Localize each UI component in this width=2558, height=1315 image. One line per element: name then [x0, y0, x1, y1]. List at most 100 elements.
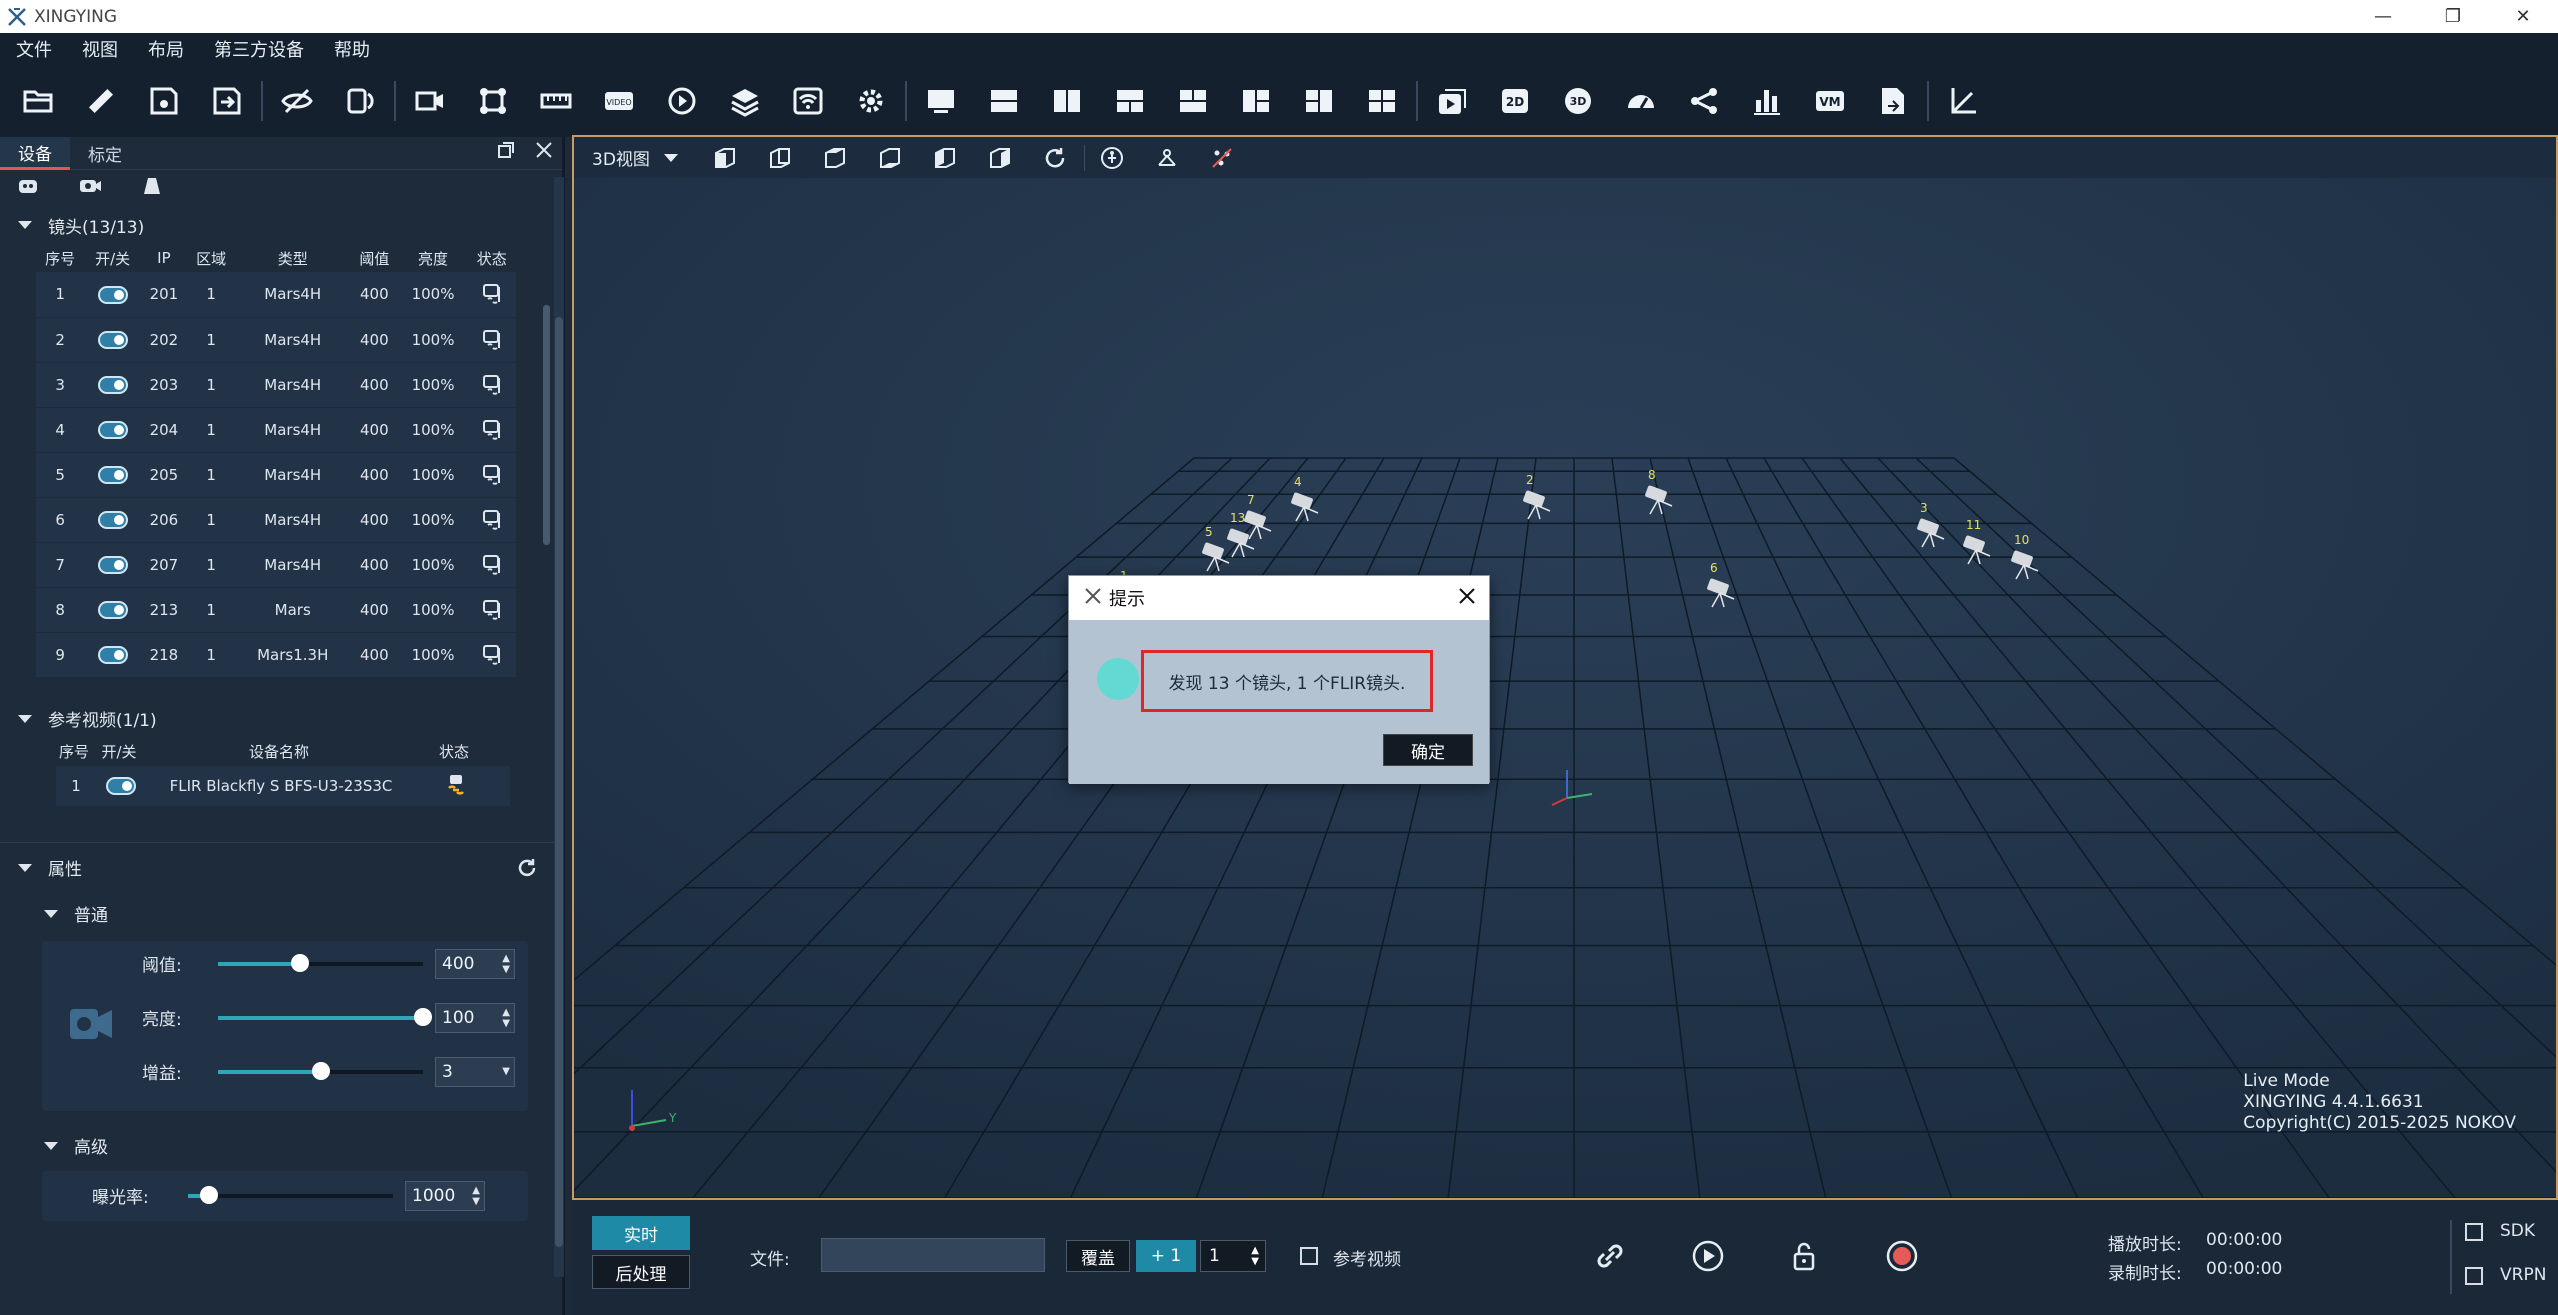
table-row[interactable]: 3 203 1 Mars4H 400 100%: [36, 362, 516, 408]
file-input[interactable]: [821, 1238, 1045, 1272]
table-row[interactable]: 9 218 1 Mars1.3H 400 100%: [36, 632, 516, 678]
layout-quad-icon[interactable]: [1358, 77, 1406, 125]
view-cube-back-icon[interactable]: [763, 141, 797, 175]
camera-toggle[interactable]: [97, 465, 128, 484]
vm-icon[interactable]: VM: [1806, 77, 1854, 125]
ok-button[interactable]: 确定: [1383, 734, 1473, 766]
camera-sync-icon[interactable]: [336, 77, 384, 125]
panel-scrollbar[interactable]: [554, 177, 564, 1277]
gauge-icon[interactable]: [1617, 77, 1665, 125]
hide-icon[interactable]: [273, 77, 321, 125]
bar-chart-icon[interactable]: [1743, 77, 1791, 125]
layout-three-b-icon[interactable]: [1169, 77, 1217, 125]
unlabeled-markers-icon[interactable]: [1205, 141, 1239, 175]
link-icon[interactable]: [1592, 1238, 1628, 1279]
table-row[interactable]: 2 202 1 Mars4H 400 100%: [36, 317, 516, 363]
camera-3d-icon[interactable]: [1912, 515, 1952, 551]
layout-split-h-icon[interactable]: [980, 77, 1028, 125]
cameras-section-header[interactable]: 镜头(13/13): [0, 206, 562, 244]
skeleton-icon[interactable]: [1680, 77, 1728, 125]
play-icon[interactable]: [1690, 1238, 1726, 1279]
layout-three-c-icon[interactable]: [1232, 77, 1280, 125]
save-as-icon[interactable]: [203, 77, 251, 125]
reference-section-header[interactable]: 参考视频(1/1): [0, 700, 562, 738]
camera-toggle[interactable]: [97, 555, 128, 574]
view-cube-top-icon[interactable]: [818, 141, 852, 175]
video-camera-icon[interactable]: [406, 77, 454, 125]
close-window-button[interactable]: ✕: [2488, 0, 2558, 33]
camera-3d-icon[interactable]: [1702, 575, 1742, 611]
maximize-button[interactable]: ❐: [2418, 0, 2488, 33]
vrpn-checkbox[interactable]: [2465, 1266, 2483, 1286]
menu-third-party[interactable]: 第三方设备: [198, 36, 318, 62]
view-cube-right-icon[interactable]: [983, 141, 1017, 175]
export-file-icon[interactable]: [1869, 77, 1917, 125]
camera-device-icon[interactable]: [78, 176, 102, 200]
sdk-checkbox[interactable]: [2465, 1222, 2483, 1242]
tab-calibration[interactable]: 标定: [70, 137, 140, 170]
view-cube-left-icon[interactable]: [928, 141, 962, 175]
camera-3d-icon[interactable]: [1286, 489, 1326, 525]
camera-toggle[interactable]: [97, 375, 128, 394]
record-icon[interactable]: [1884, 1238, 1920, 1279]
camera-3d-icon[interactable]: [1239, 507, 1279, 543]
general-section-header[interactable]: 普通: [0, 895, 562, 933]
robot-icon[interactable]: [16, 176, 40, 200]
camera-views-icon[interactable]: [1428, 77, 1476, 125]
camera-toggle[interactable]: [97, 330, 128, 349]
open-folder-icon[interactable]: [14, 77, 62, 125]
post-process-button[interactable]: 后处理: [592, 1255, 690, 1289]
ref-toggle[interactable]: [106, 776, 136, 795]
save-icon[interactable]: [140, 77, 188, 125]
gain-dropdown[interactable]: 3 ▼: [435, 1056, 515, 1087]
threshold-spinbox[interactable]: 400 ▲ ▼: [435, 948, 515, 979]
3d-scene[interactable]: Y: [574, 178, 2556, 1198]
gain-slider[interactable]: [218, 1061, 423, 1080]
dialog-close-icon[interactable]: [1455, 584, 1479, 613]
exposure-spinbox[interactable]: 1000 ▲ ▼: [405, 1180, 485, 1211]
force-plate-icon[interactable]: [140, 176, 164, 200]
view-3d-icon[interactable]: 3D: [1554, 77, 1602, 125]
view-cube-bottom-icon[interactable]: [873, 141, 907, 175]
brightness-slider[interactable]: [218, 1007, 432, 1026]
table-row[interactable]: 7 207 1 Mars4H 400 100%: [36, 542, 516, 588]
layers-icon[interactable]: [721, 77, 769, 125]
camera-toggle[interactable]: [97, 600, 128, 619]
wireless-icon[interactable]: [784, 77, 832, 125]
camera-toggle[interactable]: [97, 510, 128, 529]
settings-gear-icon[interactable]: [847, 77, 895, 125]
video-icon[interactable]: VIDEO: [595, 77, 643, 125]
layout-three-a-icon[interactable]: [1106, 77, 1154, 125]
camera-3d-icon[interactable]: [1640, 482, 1680, 518]
camera-table-scrollbar[interactable]: [543, 305, 550, 545]
table-row[interactable]: 8 213 1 Mars 400 100%: [36, 587, 516, 633]
camera-toggle[interactable]: [97, 420, 128, 439]
view-2d-icon[interactable]: 2D: [1491, 77, 1539, 125]
live-button[interactable]: 实时: [592, 1216, 690, 1250]
close-panel-icon[interactable]: [534, 140, 554, 164]
table-row[interactable]: 4 204 1 Mars4H 400 100%: [36, 407, 516, 453]
overwrite-button[interactable]: 覆盖: [1066, 1240, 1130, 1272]
camera-toggle[interactable]: [97, 285, 128, 304]
brightness-spinbox[interactable]: 100 ▲ ▼: [435, 1002, 515, 1033]
reset-view-icon[interactable]: [1038, 141, 1072, 175]
layout-single-icon[interactable]: [917, 77, 965, 125]
wand-icon[interactable]: [77, 77, 125, 125]
properties-section-header[interactable]: 属性: [0, 849, 562, 887]
camera-3d-icon[interactable]: [2006, 547, 2046, 583]
table-row[interactable]: 1 201 1 Mars4H 400 100%: [36, 272, 516, 318]
minimize-button[interactable]: —: [2348, 0, 2418, 33]
counter-spinbox[interactable]: 1 ▲ ▼: [1200, 1240, 1266, 1272]
table-row[interactable]: 6 206 1 Mars4H 400 100%: [36, 497, 516, 543]
refresh-icon[interactable]: [516, 857, 538, 884]
menu-help[interactable]: 帮助: [318, 36, 384, 62]
rigid-body-icon[interactable]: [1150, 141, 1184, 175]
threshold-slider[interactable]: [218, 953, 423, 972]
exposure-slider[interactable]: [188, 1185, 393, 1204]
menu-file[interactable]: 文件: [0, 36, 66, 62]
view-mode-dropdown[interactable]: 3D视图: [592, 145, 678, 170]
reference-row[interactable]: 1 FLIR Blackfly S BFS-U3-23S3C: [56, 765, 510, 806]
advanced-section-header[interactable]: 高级: [0, 1127, 562, 1165]
menu-view[interactable]: 视图: [66, 36, 132, 62]
increment-button[interactable]: + 1: [1136, 1240, 1196, 1272]
